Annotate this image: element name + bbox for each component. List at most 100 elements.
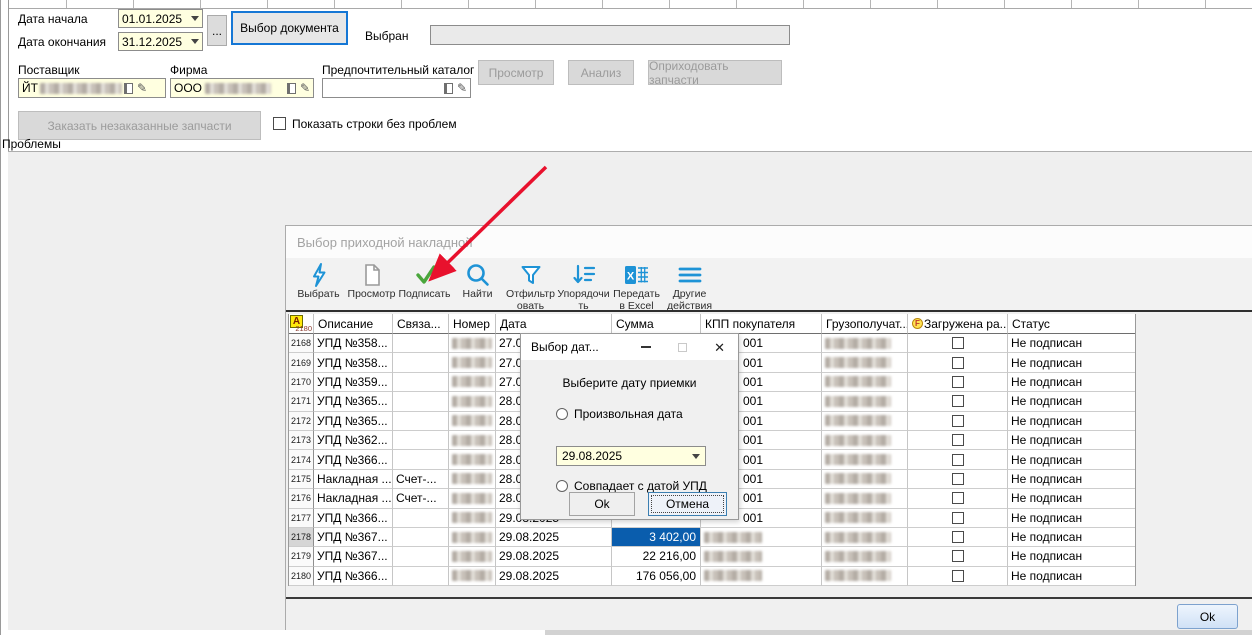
loaded-checkbox[interactable] xyxy=(952,570,964,582)
related-cell[interactable] xyxy=(393,373,449,392)
edit-pencil-icon[interactable] xyxy=(300,83,310,94)
consignee-cell[interactable] xyxy=(822,470,908,489)
view-button[interactable]: Просмотр xyxy=(478,60,554,85)
show-rows-checkbox[interactable] xyxy=(273,117,286,130)
description-cell[interactable]: УПД №362... xyxy=(314,431,393,450)
radio-icon[interactable] xyxy=(556,408,568,420)
related-cell[interactable] xyxy=(393,334,449,353)
number-cell[interactable] xyxy=(449,334,496,353)
status-cell[interactable]: Не подписан xyxy=(1008,528,1135,547)
chevron-down-icon[interactable] xyxy=(692,454,700,459)
date-start-field[interactable]: 01.01.2025 xyxy=(118,9,203,28)
table-row[interactable]: 2179УПД №367...29.08.202522 216,00Не под… xyxy=(289,547,1135,566)
loaded-checkbox[interactable] xyxy=(952,357,964,369)
loaded-checkbox[interactable] xyxy=(952,454,964,466)
lookup-icon[interactable] xyxy=(124,83,133,94)
status-cell[interactable]: Не подписан xyxy=(1008,334,1135,353)
description-cell[interactable]: УПД №359... xyxy=(314,373,393,392)
match-upd-radio-row[interactable]: Совпадает с датой УПД xyxy=(556,479,707,493)
consignee-cell[interactable] xyxy=(822,353,908,372)
col-header-date[interactable]: Дата xyxy=(496,314,612,334)
row-number-cell[interactable]: 2176 xyxy=(289,489,314,508)
toolbar-button-filter[interactable]: Отфильтровать xyxy=(504,261,557,312)
description-cell[interactable]: УПД №358... xyxy=(314,334,393,353)
loaded-checkbox-cell[interactable] xyxy=(908,353,1008,372)
dialog-ok-button[interactable]: Ok xyxy=(1177,604,1238,629)
number-cell[interactable] xyxy=(449,489,496,508)
number-cell[interactable] xyxy=(449,547,496,566)
row-number-cell[interactable]: 2178 xyxy=(289,528,314,547)
date-modal-titlebar[interactable]: Выбор дат... xyxy=(521,334,738,360)
consignee-cell[interactable] xyxy=(822,489,908,508)
related-cell[interactable] xyxy=(393,528,449,547)
related-cell[interactable] xyxy=(393,431,449,450)
loaded-checkbox-cell[interactable] xyxy=(908,528,1008,547)
description-cell[interactable]: УПД №366... xyxy=(314,567,393,586)
loaded-checkbox-cell[interactable] xyxy=(908,450,1008,469)
consignee-cell[interactable] xyxy=(822,528,908,547)
loaded-checkbox[interactable] xyxy=(952,473,964,485)
toolbar-button-excel[interactable]: XПередать в Excel xyxy=(610,261,663,312)
status-cell[interactable]: Не подписан xyxy=(1008,353,1135,372)
consignee-cell[interactable] xyxy=(822,450,908,469)
kpp-cell[interactable] xyxy=(701,567,822,586)
edit-pencil-icon[interactable] xyxy=(457,83,467,94)
col-header-description[interactable]: Описание xyxy=(314,314,393,334)
sum-cell[interactable]: 3 402,00 xyxy=(612,528,701,547)
row-number-cell[interactable]: 2172 xyxy=(289,412,314,431)
loaded-checkbox[interactable] xyxy=(952,415,964,427)
modal-ok-button[interactable]: Ok xyxy=(569,492,635,516)
minimize-icon[interactable] xyxy=(641,346,651,348)
consignee-cell[interactable] xyxy=(822,567,908,586)
number-cell[interactable] xyxy=(449,431,496,450)
toolbar-button-document[interactable]: Просмотр xyxy=(345,261,398,300)
status-cell[interactable]: Не подписан xyxy=(1008,450,1135,469)
row-number-cell[interactable]: 2179 xyxy=(289,547,314,566)
number-cell[interactable] xyxy=(449,528,496,547)
col-header-related[interactable]: Связа... xyxy=(393,314,449,334)
modal-cancel-button[interactable]: Отмена xyxy=(648,492,727,516)
status-cell[interactable]: Не подписан xyxy=(1008,547,1135,566)
sum-cell[interactable]: 22 216,00 xyxy=(612,547,701,566)
consignee-cell[interactable] xyxy=(822,509,908,528)
date-end-field[interactable]: 31.12.2025 xyxy=(118,32,203,51)
kpp-cell[interactable] xyxy=(701,547,822,566)
supplier-field[interactable]: ЙТ xyxy=(18,78,166,98)
description-cell[interactable]: УПД №358... xyxy=(314,353,393,372)
col-header-status[interactable]: Статус xyxy=(1008,314,1135,334)
number-cell[interactable] xyxy=(449,373,496,392)
lookup-icon[interactable] xyxy=(287,83,296,94)
col-header-loaded[interactable]: F Загружена ра... xyxy=(908,314,1008,334)
description-cell[interactable]: Накладная ... xyxy=(314,470,393,489)
loaded-checkbox-cell[interactable] xyxy=(908,547,1008,566)
lookup-icon[interactable] xyxy=(444,83,453,94)
analyze-button[interactable]: Анализ xyxy=(568,60,634,85)
toolbar-button-lightning[interactable]: Выбрать xyxy=(292,261,345,300)
description-cell[interactable]: УПД №365... xyxy=(314,392,393,411)
col-header-kpp[interactable]: КПП покупателя xyxy=(701,314,822,334)
description-cell[interactable]: УПД №367... xyxy=(314,528,393,547)
loaded-checkbox-cell[interactable] xyxy=(908,334,1008,353)
toolbar-button-sort[interactable]: Упорядочить xyxy=(557,261,610,312)
kpp-cell[interactable] xyxy=(701,528,822,547)
status-cell[interactable]: Не подписан xyxy=(1008,392,1135,411)
consignee-cell[interactable] xyxy=(822,392,908,411)
related-cell[interactable] xyxy=(393,567,449,586)
close-icon[interactable] xyxy=(714,341,725,354)
chevron-down-icon[interactable] xyxy=(191,16,199,21)
status-cell[interactable]: Не подписан xyxy=(1008,489,1135,508)
edit-pencil-icon[interactable] xyxy=(137,83,147,94)
custom-date-radio-row[interactable]: Произвольная дата xyxy=(556,407,683,421)
description-cell[interactable]: Накладная ... xyxy=(314,489,393,508)
row-number-cell[interactable]: 2180 xyxy=(289,567,314,586)
number-cell[interactable] xyxy=(449,509,496,528)
chosen-document-field[interactable] xyxy=(430,25,790,45)
number-cell[interactable] xyxy=(449,470,496,489)
related-cell[interactable] xyxy=(393,412,449,431)
consignee-cell[interactable] xyxy=(822,547,908,566)
loaded-checkbox-cell[interactable] xyxy=(908,373,1008,392)
date-cell[interactable]: 29.08.2025 xyxy=(496,567,612,586)
date-cell[interactable]: 29.08.2025 xyxy=(496,547,612,566)
row-number-cell[interactable]: 2173 xyxy=(289,431,314,450)
order-parts-button[interactable]: Заказать незаказанные запчасти xyxy=(18,111,261,140)
